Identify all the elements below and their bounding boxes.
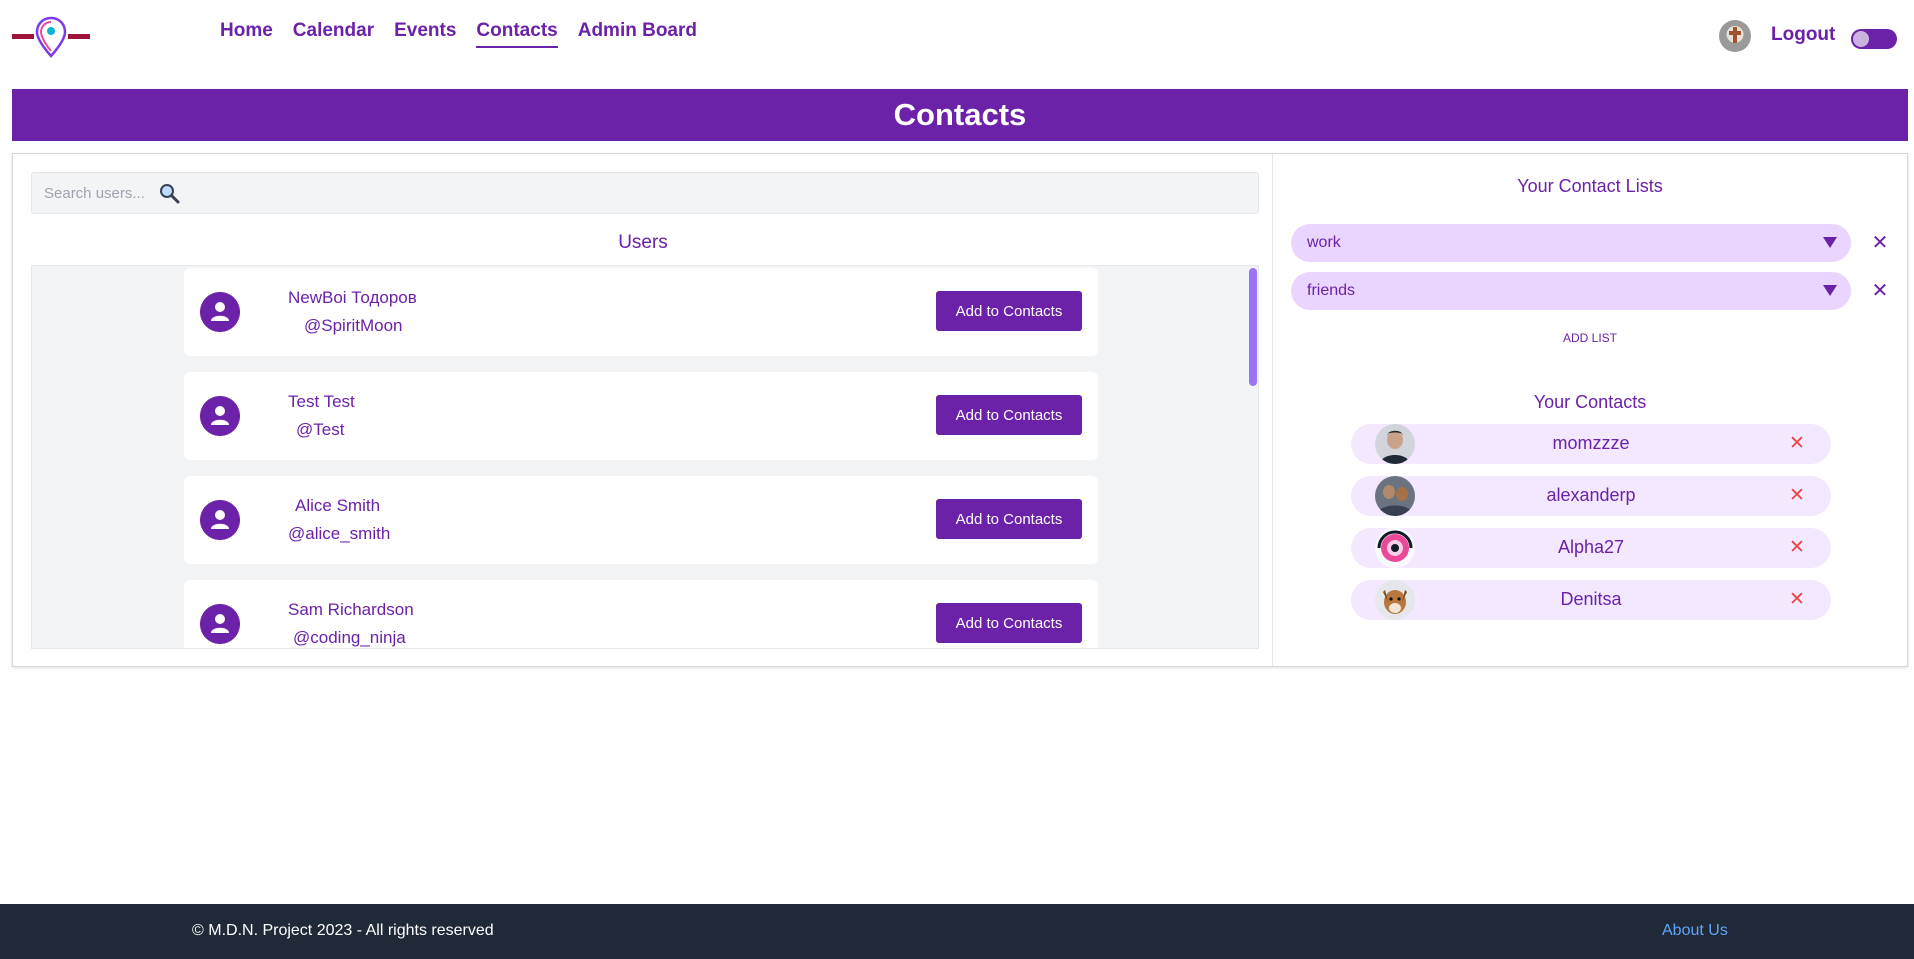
contact-name: momzzze [1552, 433, 1630, 453]
user-name: Sam Richardson [288, 600, 414, 619]
users-scrollbar[interactable] [1249, 268, 1257, 386]
remove-contact-icon[interactable]: ✕ [1787, 586, 1807, 614]
page-title: Contacts [12, 89, 1908, 141]
theme-toggle[interactable] [1851, 29, 1897, 49]
delete-list-icon[interactable]: ✕ [1869, 272, 1891, 310]
contact-item[interactable]: momzzze ✕ [1351, 424, 1831, 464]
avatar-image [1733, 27, 1737, 43]
list-label: friends [1307, 282, 1356, 299]
logout-button[interactable]: Logout [1771, 24, 1835, 46]
add-list-button[interactable]: ADD LIST [1273, 331, 1907, 345]
user-handle: @SpiritMoon [304, 316, 403, 335]
user-avatar-icon [200, 604, 240, 644]
remove-contact-icon[interactable]: ✕ [1787, 482, 1807, 510]
contact-lists-section: Your Contact Lists work ✕ friends ✕ ADD … [1273, 154, 1907, 666]
contact-item[interactable]: Denitsa ✕ [1351, 580, 1831, 620]
contact-lists-heading: Your Contact Lists [1517, 176, 1663, 196]
contact-name: Denitsa [1560, 589, 1622, 609]
remove-contact-icon[interactable]: ✕ [1787, 430, 1807, 458]
add-to-contacts-button[interactable]: Add to Contacts [936, 499, 1082, 539]
remove-contact-icon[interactable]: ✕ [1787, 534, 1807, 562]
contact-name: alexanderp [1546, 485, 1636, 505]
user-card: Sam Richardson @coding_ninja Add to Cont… [184, 580, 1098, 648]
users-heading: Users [618, 232, 668, 253]
users-list[interactable]: NewBoi Тодоров @SpiritMoon Add to Contac… [31, 265, 1259, 649]
dropdown-arrow-icon [1823, 285, 1837, 296]
user-name: NewBoi Тодоров [288, 288, 417, 307]
search-input[interactable] [44, 173, 1144, 213]
profile-avatar[interactable] [1719, 20, 1751, 52]
search-icon [160, 184, 180, 204]
contact-name: Alpha27 [1557, 537, 1625, 557]
dropdown-arrow-icon [1823, 237, 1837, 248]
add-to-contacts-button[interactable]: Add to Contacts [936, 291, 1082, 331]
contact-item[interactable]: alexanderp ✕ [1351, 476, 1831, 516]
user-card: Test Test @Test Add to Contacts [184, 372, 1098, 460]
contact-list-select-friends[interactable]: friends [1291, 272, 1851, 310]
add-to-contacts-button[interactable]: Add to Contacts [936, 395, 1082, 435]
about-us-link[interactable]: About Us [1662, 922, 1728, 940]
nav-contacts[interactable]: Contacts [476, 20, 558, 48]
user-avatar-icon [200, 396, 240, 436]
main-nav: Home Calendar Events Contacts Admin Boar… [220, 20, 697, 48]
contacts-panel: Users NewBoi Тодоров @SpiritMoon Add to … [12, 153, 1908, 667]
contact-list-select-work[interactable]: work [1291, 224, 1851, 262]
delete-list-icon[interactable]: ✕ [1869, 224, 1891, 262]
contact-item[interactable]: Alpha27 ✕ [1351, 528, 1831, 568]
nav-home[interactable]: Home [220, 20, 273, 48]
user-card: Alice Smith @alice_smith Add to Contacts [184, 476, 1098, 564]
copyright-text: © M.D.N. Project 2023 - All rights reser… [192, 922, 494, 939]
your-contacts-heading: Your Contacts [1533, 392, 1647, 412]
list-label: work [1307, 234, 1341, 251]
user-avatar-icon [200, 292, 240, 332]
user-handle: @coding_ninja [293, 628, 406, 647]
user-handle: @alice_smith [288, 524, 391, 543]
user-name: Test Test [288, 392, 355, 411]
footer: © M.D.N. Project 2023 - All rights reser… [0, 904, 1914, 959]
user-handle: @Test [296, 420, 345, 439]
top-navbar: Home Calendar Events Contacts Admin Boar… [0, 0, 1914, 80]
nav-calendar[interactable]: Calendar [293, 20, 374, 48]
toggle-knob [1853, 31, 1869, 47]
nav-events[interactable]: Events [394, 20, 456, 48]
add-to-contacts-button[interactable]: Add to Contacts [936, 603, 1082, 643]
search-bar[interactable] [31, 172, 1259, 214]
user-avatar-icon [200, 500, 240, 540]
user-name: Alice Smith [295, 496, 381, 515]
nav-admin-board[interactable]: Admin Board [578, 20, 697, 48]
app-logo[interactable] [12, 14, 90, 60]
users-section: Users NewBoi Тодоров @SpiritMoon Add to … [13, 154, 1273, 666]
user-card: NewBoi Тодоров @SpiritMoon Add to Contac… [184, 268, 1098, 356]
